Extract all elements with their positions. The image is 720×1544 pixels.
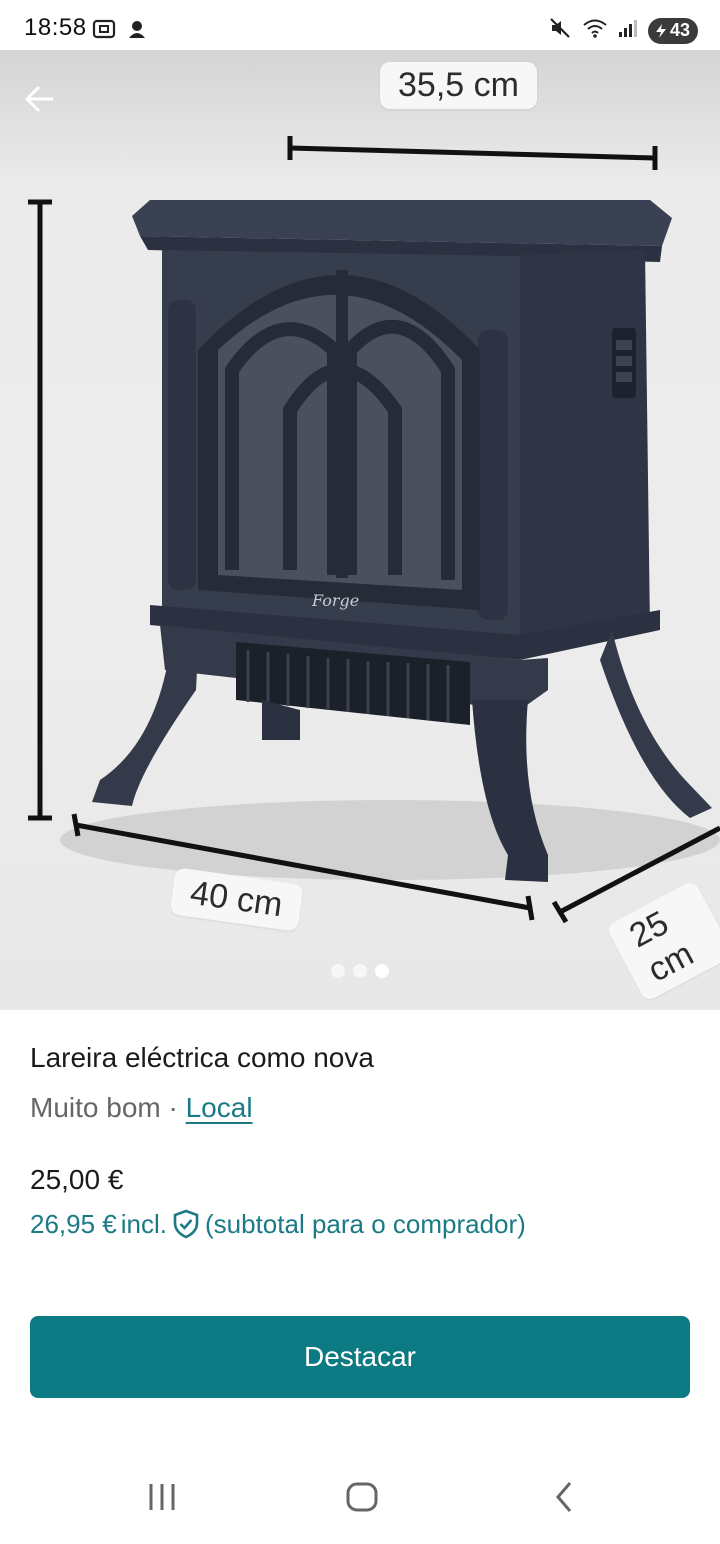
battery-level: 43 bbox=[669, 20, 690, 40]
item-title: Lareira eléctrica como nova bbox=[30, 1042, 374, 1073]
status-right-icons: 43 bbox=[548, 16, 698, 45]
dimension-label-top: 35,5 cm bbox=[380, 62, 537, 109]
arrow-left-icon bbox=[24, 85, 53, 113]
screenshot-icon bbox=[92, 18, 116, 45]
price-incl-note: (subtotal para o comprador) bbox=[205, 1209, 526, 1239]
item-details: Lareira eléctrica como nova Muito bom · … bbox=[30, 1040, 690, 1242]
price-incl-row[interactable]: 26,95 € incl. (subtotal para o comprador… bbox=[30, 1206, 690, 1242]
chevron-left-icon bbox=[556, 1482, 572, 1512]
mute-icon bbox=[548, 16, 572, 45]
pagination-dot[interactable] bbox=[353, 964, 367, 978]
system-nav-bar bbox=[0, 1450, 720, 1544]
notification-icon bbox=[126, 18, 148, 45]
item-meta: Muito bom · Local bbox=[30, 1090, 690, 1126]
home-icon bbox=[346, 1482, 378, 1512]
status-bar: 18:58 43 bbox=[0, 0, 720, 50]
home-button[interactable] bbox=[334, 1474, 390, 1520]
price-incl-label: incl. bbox=[120, 1209, 167, 1239]
item-condition: Muito bom bbox=[30, 1092, 161, 1123]
product-photo: Forge bbox=[28, 136, 720, 924]
back-button[interactable] bbox=[22, 82, 62, 122]
recent-apps-button[interactable] bbox=[134, 1474, 190, 1520]
pagination-dot[interactable] bbox=[331, 964, 345, 978]
shield-check-icon bbox=[171, 1209, 201, 1239]
status-left-icons bbox=[92, 18, 148, 45]
recent-apps-icon bbox=[149, 1484, 175, 1510]
pagination-dot-active[interactable] bbox=[375, 964, 389, 978]
highlight-button[interactable]: Destacar bbox=[30, 1316, 690, 1398]
price-incl-amount: 26,95 € bbox=[30, 1209, 117, 1239]
status-time: 18:58 bbox=[24, 14, 87, 41]
wifi-icon bbox=[582, 16, 608, 45]
battery-icon: 43 bbox=[647, 17, 698, 44]
signal-icon bbox=[618, 17, 638, 44]
item-price: 25,00 € bbox=[30, 1164, 124, 1195]
system-back-button[interactable] bbox=[536, 1474, 592, 1520]
screen: 18:58 43 Forge 35,5 cm 40 cm 25 cm Larei… bbox=[0, 0, 720, 1544]
location-link[interactable]: Local bbox=[186, 1092, 253, 1123]
meta-separator: · bbox=[168, 1092, 178, 1123]
product-image-gallery[interactable]: Forge 35,5 cm 40 cm 25 cm bbox=[0, 50, 720, 1010]
svg-text:Forge: Forge bbox=[311, 591, 359, 610]
gallery-pagination bbox=[0, 964, 720, 978]
